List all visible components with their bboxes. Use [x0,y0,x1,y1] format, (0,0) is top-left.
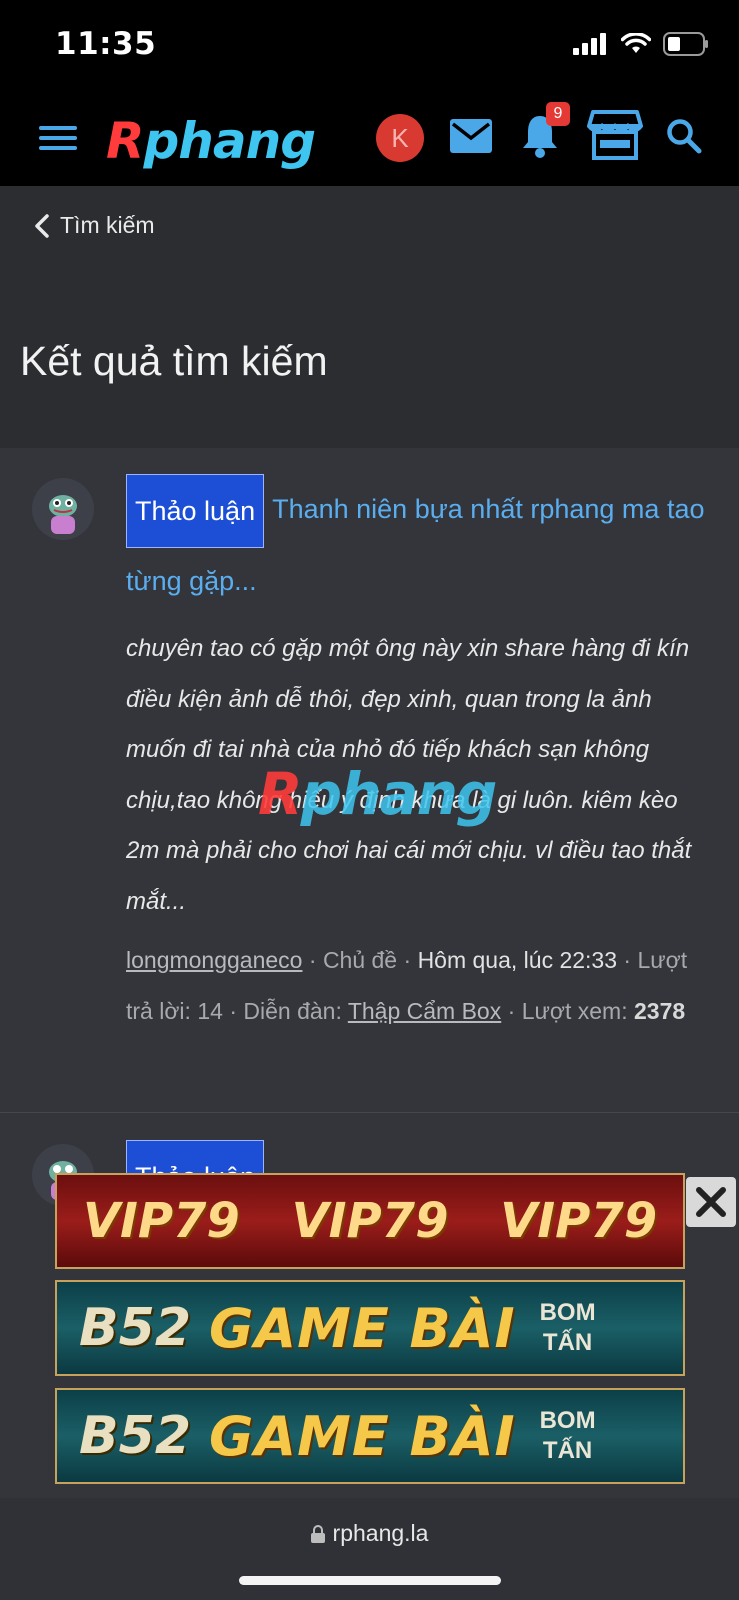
menu-icon [39,126,77,150]
browser-bottom-bar: rphang.la [0,1498,739,1600]
result-meta: longmongganeco · Chủ đề · Hôm qua, lúc 2… [126,947,688,1024]
lock-icon [310,1524,325,1543]
forum-link[interactable]: Thập Cẩm Box [348,998,501,1024]
ad-b52-text: GAME BÀI [209,1404,516,1468]
result-time: Hôm qua, lúc 22:33 [417,947,618,973]
replies-count: 14 [197,997,223,1024]
breadcrumb-label: Tìm kiếm [60,212,155,238]
page-title: Kết quả tìm kiếm [20,338,328,384]
ad-b52-brand: B52 [79,1406,191,1466]
status-bar: 11:35 [0,0,739,92]
status-icons [573,32,709,56]
ad-vip79-text: VIP79 [291,1193,449,1249]
site-watermark: Rphang [258,760,497,828]
author-avatar[interactable] [32,478,94,540]
notification-badge: 9 [546,102,570,126]
forum-label: Diễn đàn: [243,997,342,1024]
top-navbar: Rphang K 9 [0,92,739,186]
logo-text: phang [143,112,317,170]
ad-banner-b52[interactable]: B52 GAME BÀI BOM TẤN [55,1388,685,1484]
battery-icon [663,32,708,56]
home-indicator[interactable] [239,1576,501,1585]
logo-letter-r: R [106,112,145,170]
store-button[interactable] [586,108,644,162]
menu-button[interactable] [36,116,80,160]
breadcrumb-back[interactable]: Tìm kiếm [34,212,155,239]
close-icon [696,1187,726,1217]
store-icon [587,110,643,160]
ad-close-button[interactable] [686,1177,736,1227]
author-link[interactable]: longmongganeco [126,947,302,973]
ad-b52-tagline: BOM TẤN [539,1299,596,1356]
user-avatar[interactable]: K [376,114,424,162]
ad-vip79-text: VIP79 [500,1193,658,1249]
pepe-avatar-icon [49,495,77,534]
result-type: Chủ đề [322,947,398,973]
wifi-icon [621,33,651,53]
chevron-left-icon [35,213,49,238]
result-title-row[interactable]: Thảo luận Thanh niên bựa nhất rphang ma t… [126,474,706,614]
views-count: 2378 [633,997,686,1024]
ad-b52-brand: B52 [79,1298,191,1358]
ad-b52-tagline: BOM TẤN [539,1407,596,1464]
discussion-label: Thảo luận [126,474,265,548]
screen: 11:35 Rphang K 9 Tìm kiếm Kết quả tìm ki… [0,0,739,1600]
address-bar[interactable]: rphang.la [0,1520,739,1547]
views-label: Lượt xem: [521,997,628,1024]
result-body: Thảo luận Thanh niên bựa nhất rphang ma t… [126,474,706,1036]
mail-icon [450,119,492,153]
status-time: 11:35 [55,26,157,62]
search-button[interactable] [664,116,704,156]
inbox-button[interactable] [448,116,494,156]
ad-banner-vip79[interactable]: VIP79 VIP79 VIP79 [55,1173,685,1269]
search-icon [667,119,702,154]
ad-b52-text: GAME BÀI [209,1296,516,1360]
site-logo[interactable]: Rphang [106,112,317,170]
ad-vip79-text: VIP79 [82,1193,240,1249]
ad-banner-b52[interactable]: B52 GAME BÀI BOM TẤN [55,1280,685,1376]
signal-icon [573,33,606,55]
url-text: rphang.la [332,1520,429,1546]
